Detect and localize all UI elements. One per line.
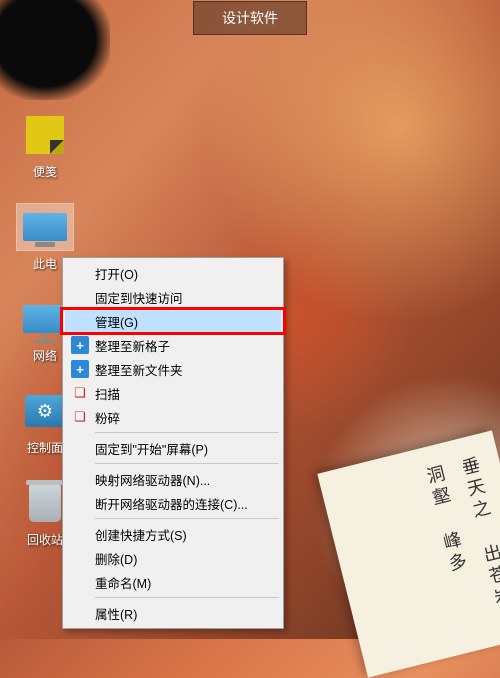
menu-separator [95,597,279,598]
icon-label: 控制面 [27,439,63,456]
menu-item-pin-start[interactable]: 固定到"开始"屏幕(P) [65,436,281,460]
icon-label: 回收站 [27,531,63,548]
shield-icon: ❏ [71,384,89,402]
menu-item-pin-quick-access[interactable]: 固定到快速访问 [65,285,281,309]
desktop-icon-sticky-notes[interactable]: 便笺 [14,112,76,180]
book-page-decor: 垂天之 出苍岩 洞壑 峰多 [317,430,500,677]
redaction-blob [0,0,110,100]
menu-item-properties[interactable]: 属性(R) [65,601,281,625]
menu-item-disconnect-network-drive[interactable]: 断开网络驱动器的连接(C)... [65,491,281,515]
menu-item-rename[interactable]: 重命名(M) [65,570,281,594]
menu-item-create-shortcut[interactable]: 创建快捷方式(S) [65,522,281,546]
shield-icon: ❏ [71,408,89,426]
menu-item-tidy-into-grid[interactable]: + 整理至新格子 [65,333,281,357]
pc-icon [23,213,67,241]
menu-separator [95,518,279,519]
icon-label: 此电 [33,255,57,272]
menu-item-manage[interactable]: 管理(G) [65,309,281,333]
menu-item-open[interactable]: 打开(O) [65,261,281,285]
recycle-bin-icon [29,484,61,522]
menu-item-delete[interactable]: 删除(D) [65,546,281,570]
plus-icon: + [71,336,89,354]
top-tab[interactable]: 设计软件 [193,1,307,35]
top-tab-label: 设计软件 [222,10,278,26]
plus-icon: + [71,360,89,378]
context-menu: 打开(O) 固定到快速访问 管理(G) + 整理至新格子 + 整理至新文件夹 ❏… [62,257,284,629]
control-panel-icon: ⚙ [25,395,65,427]
menu-separator [95,432,279,433]
menu-item-map-network-drive[interactable]: 映射网络驱动器(N)... [65,467,281,491]
sticky-note-icon [26,116,64,154]
menu-item-tidy-into-folder[interactable]: + 整理至新文件夹 [65,357,281,381]
network-icon [23,305,67,333]
menu-separator [95,463,279,464]
icon-label: 网络 [33,347,57,364]
menu-item-scan[interactable]: ❏ 扫描 [65,381,281,405]
icon-label: 便笺 [33,163,57,180]
menu-item-shred[interactable]: ❏ 粉碎 [65,405,281,429]
